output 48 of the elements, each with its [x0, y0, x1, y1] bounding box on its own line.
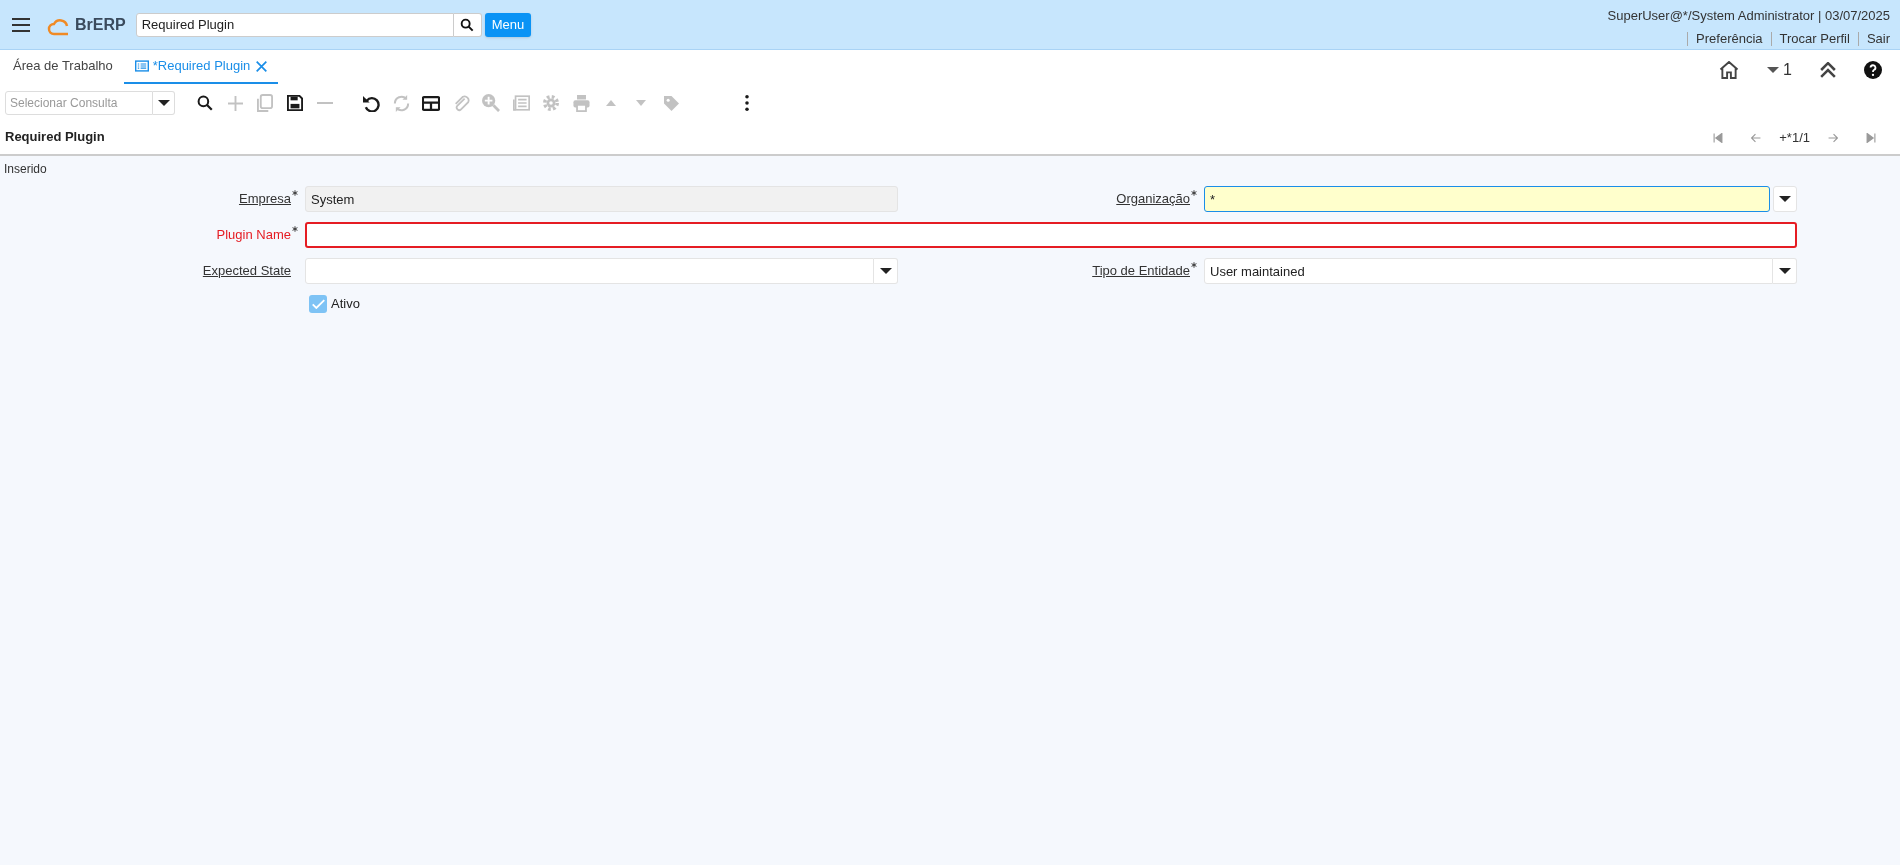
previous-record-icon [1751, 133, 1762, 143]
check-icon [311, 298, 325, 309]
collapse-icon[interactable] [1820, 62, 1836, 78]
field-label: Tipo de Entidade [1092, 262, 1190, 281]
list-icon [134, 59, 149, 73]
header-link[interactable]: Sair [1857, 31, 1890, 46]
logo-text: BrERP [75, 14, 126, 35]
next-record-icon [1828, 133, 1838, 143]
checkbox[interactable] [309, 294, 327, 313]
caret-icon [1778, 268, 1791, 274]
last-record-icon [1866, 133, 1876, 143]
search-button[interactable] [453, 12, 482, 37]
caret-icon [1767, 67, 1780, 73]
caret-icon [157, 100, 170, 106]
dropdown-field[interactable] [305, 258, 874, 284]
header-link[interactable]: Trocar Perfil [1770, 31, 1858, 46]
tab-label: *Required Plugin [152, 57, 251, 76]
tab-list-button[interactable]: 1 [1767, 58, 1792, 82]
caret-icon [1779, 196, 1791, 202]
close-icon[interactable] [256, 60, 268, 72]
user-info: SuperUser@*/System Administrator | 03/07/2025 [1607, 7, 1890, 25]
record-status: Inserido [3, 161, 48, 178]
menu-icon[interactable] [12, 16, 30, 33]
record-indicator: +*1/1 [1778, 129, 1811, 148]
field-label: Plugin Name [216, 226, 291, 245]
dropdown-field[interactable]: * [1204, 186, 1770, 212]
field-label: Organização [1116, 190, 1190, 209]
tab-label: Área de Trabalho [13, 57, 113, 76]
dropdown-button[interactable] [1773, 258, 1797, 284]
dropdown-button[interactable] [153, 91, 175, 115]
checkbox-label: Ativo [331, 295, 360, 313]
panel-title: Required Plugin [5, 128, 105, 147]
field-label: Empresa [238, 190, 291, 209]
first-record-icon [1713, 133, 1724, 143]
tab[interactable]: Área de Trabalho [2, 50, 124, 84]
search-icon [459, 16, 476, 33]
query-field[interactable]: Selecionar Consulta [5, 91, 153, 115]
dropdown-field[interactable]: User maintained [1204, 258, 1773, 284]
home-icon[interactable] [1719, 61, 1740, 79]
help-icon[interactable] [1864, 61, 1882, 79]
input-field[interactable] [305, 222, 1797, 248]
caret-icon [879, 268, 892, 274]
search-field[interactable]: Required Plugin [135, 12, 454, 37]
input-field[interactable]: System [305, 186, 898, 212]
dropdown-button[interactable] [874, 258, 898, 284]
field-label: Expected State [202, 262, 291, 281]
header-link[interactable]: Preferência [1687, 31, 1771, 46]
dropdown-button[interactable] [1773, 186, 1797, 212]
